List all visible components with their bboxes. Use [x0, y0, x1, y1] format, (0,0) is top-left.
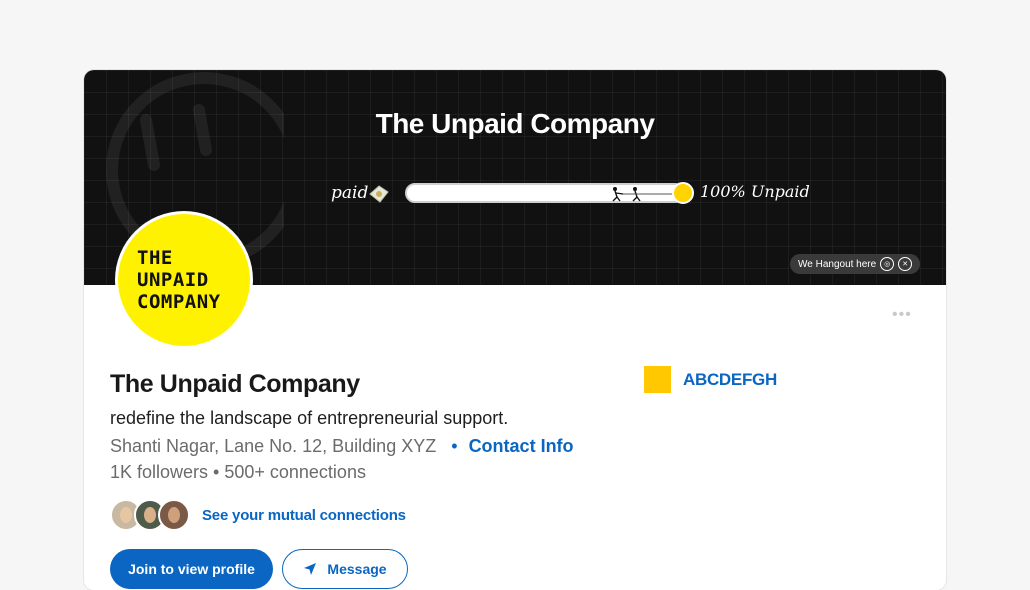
unpaid-progress-bar: [405, 182, 694, 204]
message-button-label: Message: [327, 561, 387, 577]
location-row: Shanti Nagar, Lane No. 12, Building XYZ …: [110, 436, 574, 457]
profile-name: The Unpaid Company: [110, 370, 360, 398]
logo-line: THE: [137, 247, 173, 269]
progress-knob: [672, 182, 694, 204]
more-options-icon[interactable]: •••: [892, 307, 912, 323]
join-to-view-profile-button[interactable]: Join to view profile: [110, 549, 273, 589]
company-name[interactable]: ABCDEFGH: [683, 370, 777, 390]
mutual-connections-link[interactable]: See your mutual connections: [202, 507, 406, 524]
hangout-badge[interactable]: We Hangout here ◎ ✕: [790, 254, 921, 274]
company-logo-mark: THE UNPAID COMPANY: [118, 214, 250, 346]
logo-line: UNPAID: [137, 269, 209, 291]
x-icon[interactable]: ✕: [898, 257, 913, 271]
instagram-icon[interactable]: ◎: [880, 257, 895, 271]
current-company[interactable]: ABCDEFGH: [644, 366, 777, 393]
progress-fill: [407, 182, 694, 204]
scale-left-label: paid: [331, 183, 369, 203]
tug-of-war-figures-icon: [612, 187, 673, 202]
money-bag-icon: [369, 185, 389, 203]
scale-right-label: 100% Unpaid: [700, 182, 810, 201]
profile-headline: redefine the landscape of entrepreneuria…: [110, 408, 509, 428]
followers-count: 1K followers • 500+ connections: [110, 462, 366, 482]
message-button[interactable]: Message: [282, 549, 408, 589]
separator-dot: •: [451, 436, 458, 456]
avatar: [158, 499, 190, 531]
contact-info-link[interactable]: Contact Info: [469, 436, 574, 456]
hangout-label: We Hangout here: [798, 258, 877, 270]
mutual-connections[interactable]: See your mutual connections: [110, 499, 406, 531]
banner-title: The Unpaid Company: [375, 108, 655, 139]
company-logo-icon: [644, 366, 671, 393]
logo-line: COMPANY: [137, 291, 221, 313]
send-icon: [304, 563, 317, 575]
company-logo[interactable]: THE UNPAID COMPANY: [115, 211, 253, 349]
profile-card: The Unpaid Company paid 100% Unpaid We H…: [84, 70, 946, 590]
profile-location: Shanti Nagar, Lane No. 12, Building XYZ: [110, 436, 437, 456]
